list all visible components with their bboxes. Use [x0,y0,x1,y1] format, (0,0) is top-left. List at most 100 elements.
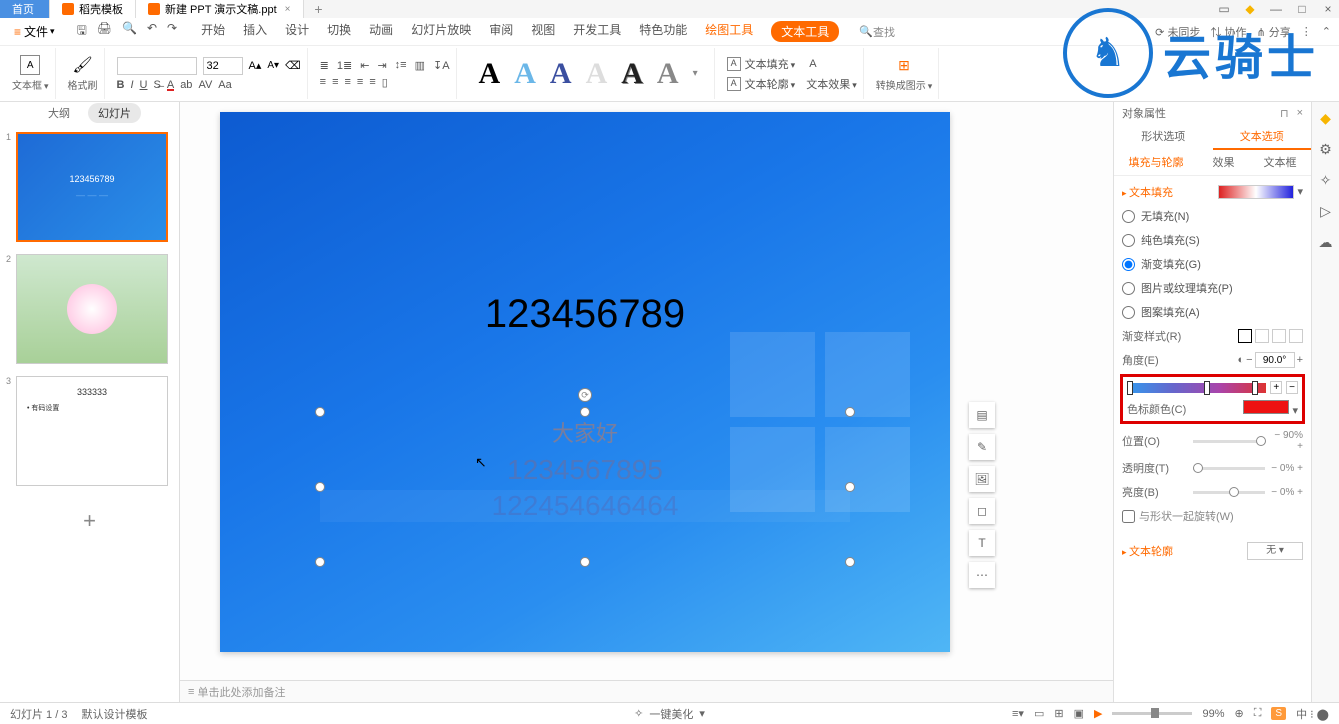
tool-more-icon[interactable]: ⋯ [969,562,995,588]
rotate-with-shape-checkbox[interactable]: 与形状一起旋转(W) [1122,508,1303,524]
text-outline-button[interactable]: 文本轮廓 [745,76,796,92]
fill-solid-radio[interactable]: 纯色填充(S) [1122,232,1303,248]
view-slideshow-icon[interactable]: ▶ [1094,707,1102,720]
font-color-icon[interactable]: A [167,79,174,91]
tab-animation[interactable]: 动画 [369,21,393,42]
add-stop-icon[interactable]: + [1270,381,1282,394]
tab-design[interactable]: 设计 [285,21,309,42]
close-icon[interactable]: × [285,4,291,15]
props-sub-box[interactable]: 文本框 [1264,150,1297,175]
decrease-font-icon[interactable]: A▾ [267,60,279,71]
tab-view[interactable]: 视图 [531,21,555,42]
handle-bl[interactable] [315,557,325,567]
redo-icon[interactable]: ↷ [167,21,177,42]
search-box[interactable]: 🔍 查找 [859,24,895,40]
section-text-outline[interactable]: 文本轮廓 [1122,543,1173,559]
increase-font-icon[interactable]: A▴ [249,59,262,72]
view-normal-icon[interactable]: ▭ [1034,707,1044,720]
props-tab-text[interactable]: 文本选项 [1213,124,1312,150]
font-size-select[interactable] [203,57,243,75]
ime-indicator[interactable]: S [1271,707,1286,720]
tab-template[interactable]: 稻壳模板 [50,0,136,18]
tab-document[interactable]: 新建 PPT 演示文稿.ppt× [136,0,304,18]
fill-gradient-radio[interactable]: 渐变填充(G) [1122,256,1303,272]
rail-cloud-icon[interactable]: ☁ [1319,234,1333,251]
tab-text-tools[interactable]: 文本工具 [771,21,839,42]
props-tab-shape[interactable]: 形状选项 [1114,124,1213,150]
strike-icon[interactable]: S̶ [154,79,161,91]
outline-select[interactable]: 无 ▾ [1247,542,1303,560]
remove-stop-icon[interactable]: − [1286,381,1298,394]
outline-tab-slides[interactable]: 幻灯片 [88,103,141,123]
grad-style-picker[interactable] [1238,329,1303,343]
columns-icon[interactable]: ▥ [415,59,425,72]
underline-icon[interactable]: U [140,79,148,91]
text-fill-button[interactable]: 文本填充 [745,56,796,72]
slide-canvas[interactable]: 123456789 ⟳ 大家好 1234567895 122454646464 [220,112,950,652]
view-reading-icon[interactable]: ▣ [1074,707,1084,720]
props-sub-effect[interactable]: 效果 [1213,150,1235,175]
fullscreen-icon[interactable]: ⛶ [1254,707,1262,720]
stop-color-swatch[interactable] [1243,400,1289,414]
fill-picture-radio[interactable]: 图片或纹理填充(P) [1122,280,1303,296]
convert-smartart-label[interactable]: 转换成图示 [876,77,933,92]
text-style-3[interactable]: A [550,57,572,91]
tool-image-icon[interactable]: 🖼 [969,466,995,492]
slide-thumb-1[interactable]: 1 123456789— — — [8,132,171,242]
text-style-6[interactable]: A [657,57,679,91]
text-fill-icon[interactable]: A [727,57,741,71]
collapse-ribbon-icon[interactable]: ⌃ [1322,25,1331,38]
title-text[interactable]: 123456789 [485,292,685,337]
clear-format-icon[interactable]: ⌫ [285,59,301,72]
indent-left-icon[interactable]: ⇤ [360,59,369,72]
outline-tab-outline[interactable]: 大纲 [38,103,80,123]
tab-transition[interactable]: 切换 [327,21,351,42]
tab-home[interactable]: 首页 [0,0,50,18]
view-notes-icon[interactable]: ≡▾ [1012,707,1024,720]
handle-br[interactable] [845,557,855,567]
tab-developer[interactable]: 开发工具 [573,21,621,42]
angle-dial-icon[interactable]: ◐ [1237,354,1244,366]
fill-pattern-radio[interactable]: 图案填充(A) [1122,304,1303,320]
bold-icon[interactable]: B [117,79,125,91]
tool-text-icon[interactable]: T [969,530,995,556]
text-effect-button[interactable]: 文本效果 [806,76,857,92]
add-slide-button[interactable]: + [8,498,171,544]
rail-animation-icon[interactable]: ▷ [1320,203,1331,220]
align-right-icon[interactable]: ≡ [345,76,351,89]
valign-icon[interactable]: ▯ [382,76,388,89]
beautify-button[interactable]: 一键美化 [649,706,693,722]
align-center-icon[interactable]: ≡ [332,76,338,89]
zoom-slider[interactable] [1112,712,1192,715]
notes-bar[interactable]: ≡ 单击此处添加备注 [180,680,1113,702]
handle-bm[interactable] [580,557,590,567]
line-spacing-icon[interactable]: ↕≡ [395,59,407,71]
selected-textbox[interactable]: ⟳ 大家好 1234567895 122454646464 [320,412,850,562]
bullets-icon[interactable]: ≣ [320,59,329,72]
char-spacing-icon[interactable]: AV [198,79,212,91]
slide-thumb-3[interactable]: 3 333333• 有码设置 [8,376,171,486]
beautify-icon[interactable]: ✧ [634,707,643,720]
fill-none-radio[interactable]: 无填充(N) [1122,208,1303,224]
gallery-more-icon[interactable]: ▾ [693,68,698,79]
save-icon[interactable]: 🖫 [77,21,87,42]
text-direction-icon[interactable]: ↧A [433,59,450,72]
text-effect-style-icon[interactable]: A [809,58,816,70]
ime-lang[interactable]: 中 ⁝ ⬤ [1296,706,1329,722]
tab-insert[interactable]: 插入 [243,21,267,42]
close-window-icon[interactable]: × [1321,2,1335,16]
angle-plus[interactable]: + [1297,354,1303,366]
angle-input[interactable] [1255,352,1295,368]
undo-icon[interactable]: ↶ [147,21,157,42]
rail-diamond-icon[interactable]: ◆ [1320,110,1331,127]
tab-review[interactable]: 审阅 [489,21,513,42]
fit-icon[interactable]: ⊕ [1234,707,1243,720]
case-icon[interactable]: Aa [218,79,231,91]
text-outline-icon[interactable]: A [727,77,741,91]
tool-crop-icon[interactable]: ◻ [969,498,995,524]
view-sorter-icon[interactable]: ⊞ [1054,707,1063,720]
close-panel-icon[interactable]: × [1297,107,1303,120]
indent-right-icon[interactable]: ⇥ [377,59,386,72]
numbering-icon[interactable]: 1≣ [337,59,352,72]
align-justify-icon[interactable]: ≡ [357,76,363,89]
